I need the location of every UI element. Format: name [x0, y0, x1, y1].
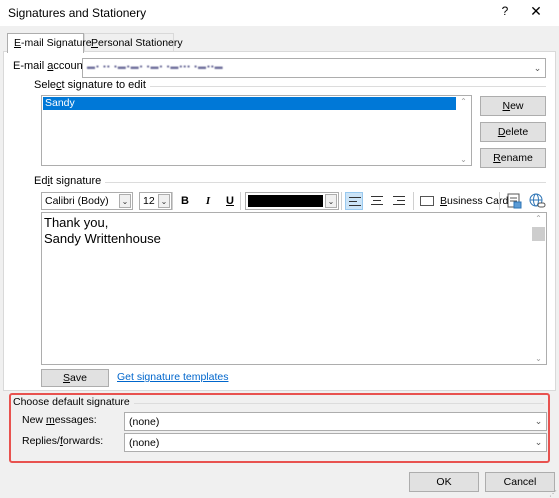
business-card-button[interactable]: Business Card [420, 193, 508, 209]
signature-text[interactable]: Thank you, Sandy Writtenhouse [44, 215, 161, 247]
align-left-button[interactable] [345, 192, 363, 210]
chevron-down-icon[interactable]: ⌄ [530, 59, 545, 77]
signature-line: Sandy Writtenhouse [44, 231, 161, 246]
picture-icon [507, 193, 522, 209]
label-part: E-mail [13, 60, 48, 72]
font-dropdown[interactable]: Calibri (Body) ⌄ [41, 192, 133, 210]
label-part: essages: [54, 414, 97, 426]
replies-forwards-value: (none) [129, 437, 160, 449]
help-button[interactable]: ? [496, 4, 514, 22]
replies-forwards-label: Replies/forwards: [22, 435, 103, 447]
scrollbar[interactable]: ⌃ ⌄ [531, 213, 546, 364]
business-card-icon [420, 196, 434, 206]
resize-grip-icon[interactable]: ⋰ [549, 489, 557, 498]
divider [240, 192, 241, 210]
align-right-icon [393, 196, 405, 205]
scrollbar-thumb[interactable] [532, 227, 545, 241]
insert-picture-button[interactable] [505, 192, 523, 210]
signature-templates-link[interactable]: Get signature templates [117, 371, 228, 383]
font-value: Calibri (Body) [45, 195, 109, 207]
hyperlink-icon [529, 193, 546, 208]
email-account-label: E-mail account: [13, 60, 89, 72]
divider [172, 192, 173, 210]
tab-label: ersonal Stationery [98, 37, 183, 49]
delete-button[interactable]: Delete [480, 122, 546, 142]
bold-button[interactable]: B [177, 193, 193, 209]
signature-list[interactable]: Sandy ⌃ ⌄ [41, 95, 472, 166]
list-item[interactable]: Sandy [43, 97, 456, 110]
email-account-dropdown[interactable]: ▬▪ ▪▪ ▪▬▪▬▪ ▪▬▪ ▪▬▪▪▪ ▪▬▪▪▬ ⌄ [82, 58, 546, 78]
label-key: N [502, 100, 511, 112]
divider [499, 192, 500, 210]
ok-button[interactable]: OK [409, 472, 479, 492]
label-part: ew [510, 100, 524, 112]
chevron-down-icon[interactable]: ⌄ [531, 413, 546, 430]
rename-button[interactable]: Rename [480, 148, 546, 168]
label-part: orwards: [62, 435, 104, 447]
replies-forwards-dropdown[interactable]: (none) ⌄ [124, 433, 547, 452]
cancel-button[interactable]: Cancel [485, 472, 555, 492]
underline-button[interactable]: U [222, 193, 238, 209]
color-swatch [248, 195, 323, 207]
window-title: Signatures and Stationery [8, 6, 147, 20]
align-center-button[interactable] [368, 192, 386, 210]
new-messages-label: New messages: [22, 414, 97, 426]
font-size-value: 12 [143, 195, 155, 207]
label-key: B [440, 195, 448, 207]
chevron-down-icon[interactable]: ⌄ [531, 434, 546, 451]
label-part: Ed [34, 175, 48, 187]
chevron-down-icon[interactable]: ⌄ [456, 155, 471, 164]
new-messages-dropdown[interactable]: (none) ⌄ [124, 412, 547, 431]
select-signature-label: Select signature to edit [34, 79, 150, 91]
new-messages-value: (none) [129, 416, 160, 428]
tab-label-key: E [14, 37, 22, 49]
tab-label-key: P [91, 37, 99, 49]
close-button[interactable]: ✕ [527, 3, 545, 21]
label-key: m [45, 414, 55, 426]
label-part: Replies/ [22, 435, 60, 447]
chevron-down-icon[interactable]: ⌄ [531, 354, 546, 363]
signature-editor[interactable]: Thank you, Sandy Writtenhouse ⌃ ⌄ [41, 212, 547, 365]
chevron-up-icon[interactable]: ⌃ [531, 214, 546, 223]
label-part: New [22, 414, 46, 426]
align-left-icon [349, 197, 361, 206]
label-part: ename [500, 152, 533, 164]
scrollbar[interactable]: ⌃ ⌄ [456, 96, 471, 165]
divider [100, 182, 546, 183]
chevron-down-icon[interactable]: ⌄ [325, 194, 337, 208]
label-key: S [63, 372, 71, 384]
label-part: t signature [49, 175, 102, 187]
divider [126, 86, 546, 87]
align-center-icon [371, 196, 383, 205]
divider [124, 403, 544, 404]
font-color-dropdown[interactable]: ⌄ [245, 192, 339, 210]
edit-signature-label: Edit signature [34, 175, 106, 187]
tab-email-signature[interactable]: E-mail Signature [7, 33, 92, 53]
label-part: ave [70, 372, 87, 384]
save-button[interactable]: Save [41, 369, 109, 387]
email-account-value: ▬▪ ▪▪ ▪▬▪▬▪ ▪▬▪ ▪▬▪▪▪ ▪▬▪▪▬ [87, 62, 224, 71]
default-signature-label: Choose default signature [13, 396, 134, 408]
italic-button[interactable]: I [200, 193, 216, 209]
chevron-down-icon[interactable]: ⌄ [119, 194, 131, 208]
signature-line: Thank you, [44, 215, 109, 230]
tab-personal-stationery[interactable]: Personal Stationery [84, 33, 183, 51]
divider [413, 192, 414, 210]
label-part: Sele [34, 79, 57, 91]
hyperlink-button[interactable] [528, 192, 546, 210]
divider [341, 192, 342, 210]
font-size-dropdown[interactable]: 12 ⌄ [139, 192, 172, 210]
new-button[interactable]: New [480, 96, 546, 116]
chevron-down-icon[interactable]: ⌄ [158, 194, 170, 208]
label-key: R [493, 152, 501, 164]
align-right-button[interactable] [390, 192, 408, 210]
tab-label: -mail Signature [21, 37, 92, 49]
chevron-up-icon[interactable]: ⌃ [456, 97, 471, 106]
label-part: elete [505, 126, 529, 138]
label-part: t signature to edit [61, 79, 146, 91]
